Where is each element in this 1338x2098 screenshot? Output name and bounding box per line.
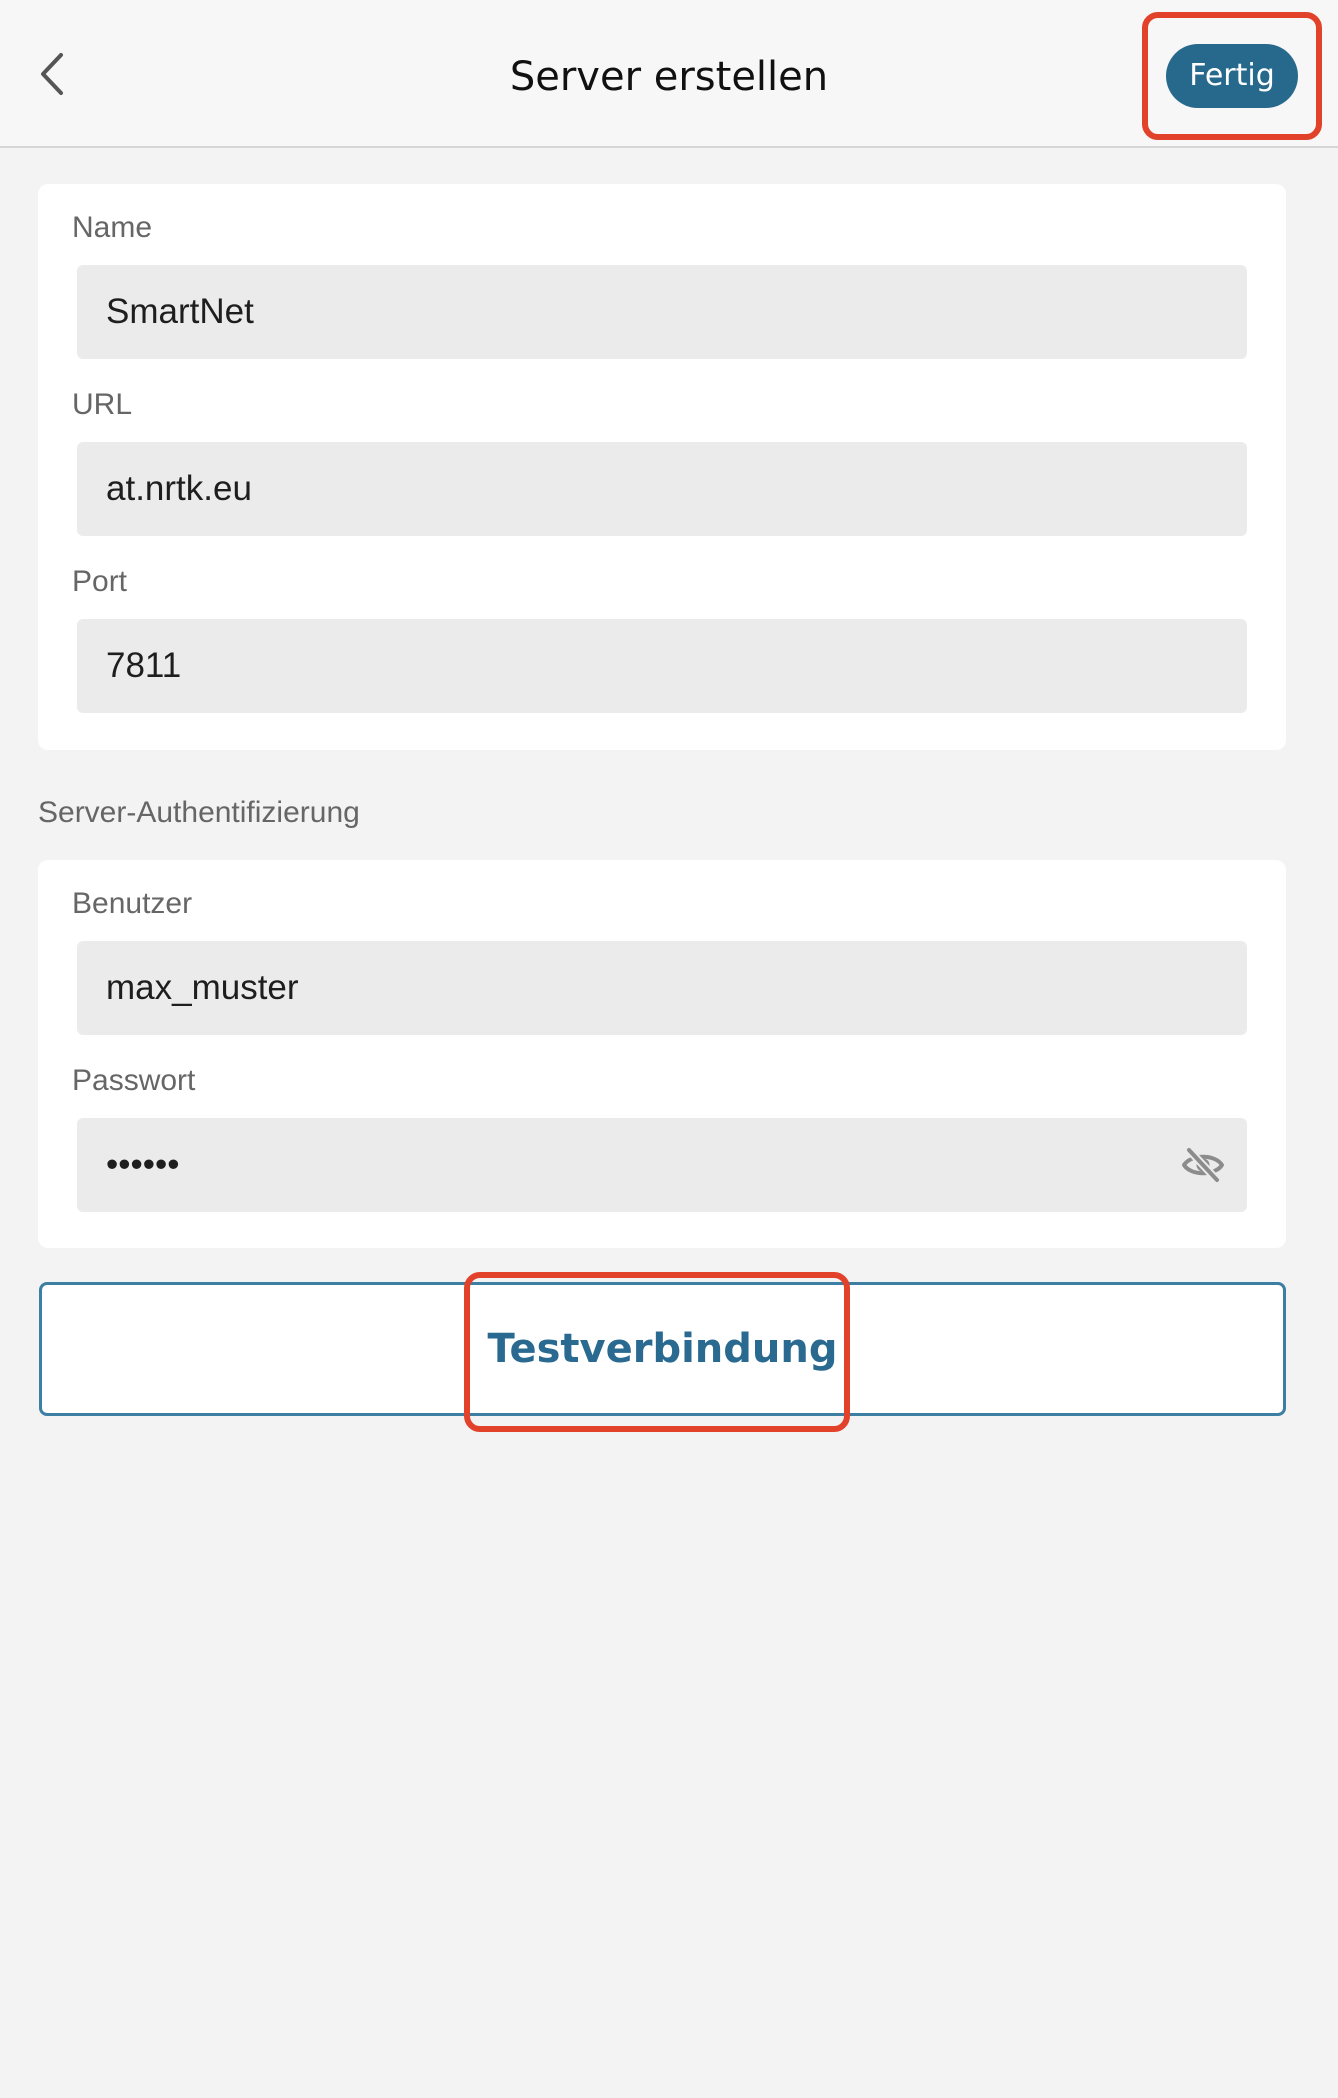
port-field[interactable]: 7811 xyxy=(77,619,1247,713)
auth-card: Benutzer max_muster Passwort •••••• xyxy=(38,860,1286,1248)
password-field[interactable]: •••••• xyxy=(77,1118,1247,1212)
name-field[interactable]: SmartNet xyxy=(77,265,1247,359)
chevron-left-icon xyxy=(41,53,63,95)
url-label: URL xyxy=(72,388,133,421)
name-label: Name xyxy=(72,211,153,244)
auth-section-title: Server-Authentifizierung xyxy=(38,796,360,829)
user-label: Benutzer xyxy=(72,887,193,920)
eye-off-icon[interactable] xyxy=(1181,1146,1225,1184)
password-value: •••••• xyxy=(106,1145,180,1184)
server-details-card: Name SmartNet URL at.nrtk.eu Port 7811 xyxy=(38,184,1286,750)
page-title: Server erstellen xyxy=(509,54,829,100)
top-bar: Server erstellen Fertig xyxy=(0,0,1338,148)
user-field[interactable]: max_muster xyxy=(77,941,1247,1035)
password-label: Passwort xyxy=(72,1064,196,1097)
test-connection-button[interactable]: Testverbindung xyxy=(39,1282,1286,1416)
url-field[interactable]: at.nrtk.eu xyxy=(77,442,1247,536)
done-button[interactable]: Fertig xyxy=(1166,44,1298,108)
port-label: Port xyxy=(72,565,128,598)
back-button[interactable] xyxy=(30,44,74,104)
